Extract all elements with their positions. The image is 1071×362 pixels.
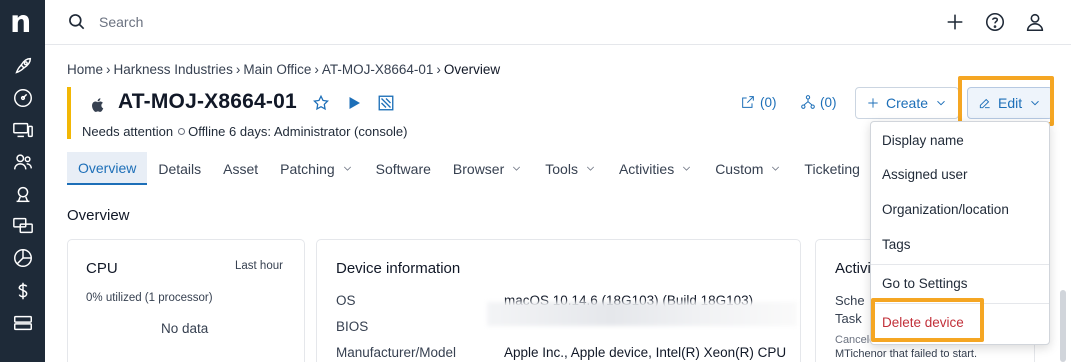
tab-software[interactable]: Software [365,152,442,185]
cpu-empty: No data [161,321,209,336]
activity-line: Sche [835,293,865,308]
attention-status: Needs attention [82,124,174,139]
remote-access-icon[interactable] [377,94,395,112]
tab-browser[interactable]: Browser [442,152,534,185]
cpu-period: Last hour [235,260,283,272]
menu-item-display-name[interactable]: Display name [882,133,964,148]
tab-overview[interactable]: Overview [67,152,148,185]
breadcrumb: Home › Harkness Industries › Main Office › AT-… [67,62,500,77]
scrollbar[interactable] [1060,290,1066,362]
section-title: Overview [67,207,130,224]
tickets-counter[interactable]: (0) [740,94,777,110]
menu-item-organization-location[interactable]: Organization/location [882,202,1009,217]
search-icon[interactable] [67,12,87,32]
tab-custom[interactable]: Custom [704,152,793,185]
related-counter[interactable]: (0) [800,94,837,110]
external-link-icon [742,96,754,108]
device-info-title: Device information [336,260,461,277]
tab-patching[interactable]: Patching [269,152,364,185]
menu-item-go-to-settings[interactable]: Go to Settings [882,276,968,291]
cpu-card: CPU Last hour 0% utilized (1 processor) … [67,239,305,362]
breadcrumb-separator: › [235,62,241,77]
reports-icon[interactable] [12,247,34,269]
device-status-line: Needs attention Offline 6 days: Administr… [82,124,408,139]
breadcrumb-separator: › [436,62,441,77]
cpu-title: CPU [86,260,118,277]
redacted-value [487,302,797,326]
tab-asset[interactable]: Asset [212,152,269,185]
info-label: Manufacturer/Model [336,345,457,360]
breadcrumb-separator: › [314,62,319,77]
info-label: OS [336,293,356,308]
breadcrumb-organization[interactable]: Harkness Industries [114,62,233,77]
chevron-down-icon [513,166,521,171]
devices-icon[interactable] [12,119,34,141]
activity-footer: MTichenor that failed to start. [835,348,978,360]
info-label: BIOS [336,319,369,334]
chevron-down-icon [586,166,594,171]
info-value: Apple Inc., Apple device, Intel(R) Xeon(… [504,345,787,360]
search-input[interactable] [99,12,399,32]
play-icon[interactable] [345,94,363,112]
chevron-down-icon [343,166,351,171]
main-content: Home › Harkness Industries › Main Office › AT-… [45,45,1071,362]
user-icon[interactable] [1024,11,1046,33]
breadcrumb-device[interactable]: AT-MOJ-X8664-01 [322,62,434,77]
cpu-utilization: 0% utilized (1 processor) [86,292,213,304]
billing-icon[interactable] [12,280,34,302]
help-icon[interactable] [984,11,1006,33]
device-title: AT-MOJ-X8664-01 [118,90,297,113]
create-label: Create [886,95,929,111]
breadcrumb-location[interactable]: Main Office [243,62,311,77]
logo[interactable]: n [10,8,36,38]
device-info-card: Device information OS macOS 10.14.6 (18G… [316,239,801,362]
users-icon[interactable] [12,151,34,173]
left-nav: n [0,0,45,362]
tickets-count: (0) [760,95,777,110]
app: n Search Home › Harkness Industries › Ma… [0,0,1071,362]
activity-title: Activi [835,260,871,277]
breadcrumb-current: Overview [443,62,501,77]
menu-divider [871,264,1049,265]
breadcrumb-home[interactable]: Home [67,62,103,77]
delete-highlight-box [871,298,984,342]
rocket-icon[interactable] [12,55,34,77]
support-icon[interactable] [12,183,34,205]
plus-icon[interactable] [944,11,966,33]
create-button[interactable]: Create [855,87,960,119]
tab-ticketing[interactable]: Ticketing [793,152,871,185]
remote-icon[interactable] [12,215,34,237]
offline-status: Offline 6 days: Administrator (console) [188,124,408,139]
apple-icon [89,95,107,115]
tab-bar: Overview Details Asset Patching Software… [67,152,871,185]
star-icon[interactable] [312,94,330,112]
chevron-down-icon [683,166,691,171]
offline-dot-icon [178,128,186,135]
menu-item-tags[interactable]: Tags [882,237,911,252]
tab-details[interactable]: Details [147,152,212,185]
top-bar [45,0,1071,45]
dashboard-icon[interactable] [12,87,34,109]
menu-item-assigned-user[interactable]: Assigned user [882,167,968,182]
plus-icon [868,98,878,108]
tab-activities[interactable]: Activities [608,152,704,185]
backup-icon[interactable] [12,312,34,334]
related-count: (0) [820,95,837,110]
status-indicator-bar [67,87,71,139]
tab-tools[interactable]: Tools [534,152,608,185]
chevron-down-icon [937,100,945,106]
breadcrumb-separator: › [106,62,111,77]
chevron-down-icon [772,166,780,171]
activity-line: Task [835,311,862,326]
hierarchy-icon [801,95,815,109]
edit-highlight-box [958,76,1054,126]
